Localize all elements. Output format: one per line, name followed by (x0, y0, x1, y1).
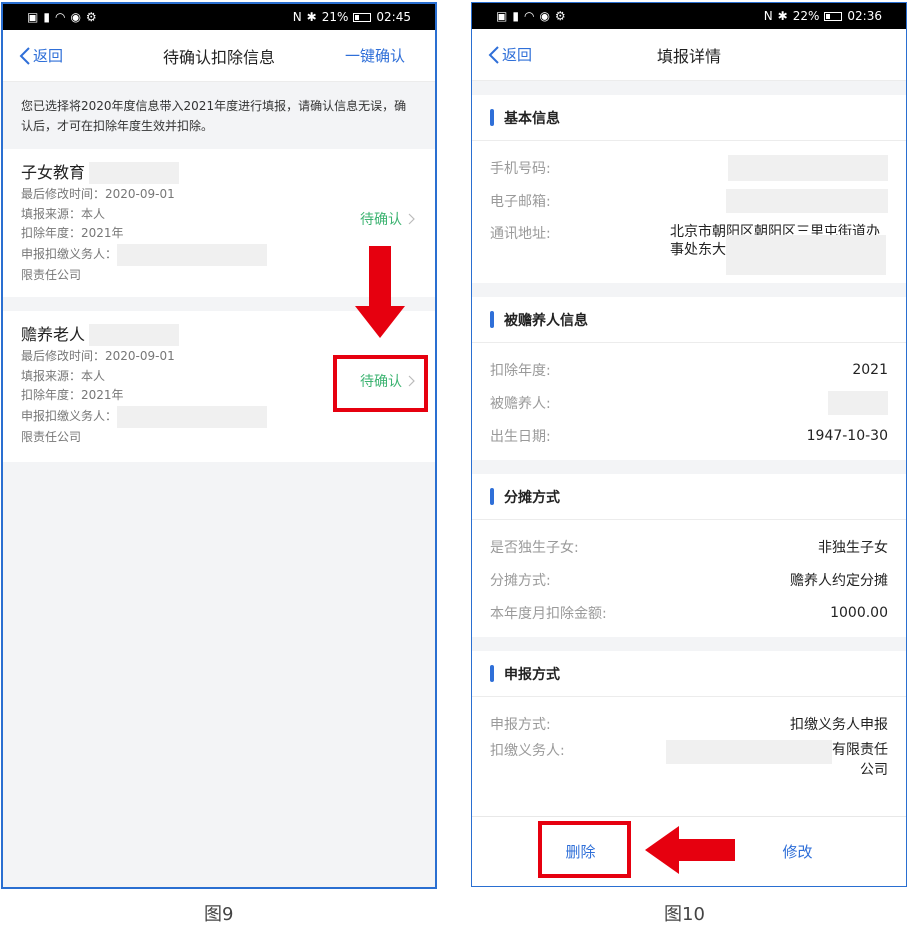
nfc-icon: N (763, 9, 773, 23)
back-label: 返回 (502, 46, 533, 64)
figure-caption: 图9 (204, 904, 234, 925)
card-modified: 最后修改时间：2020-09-01 (21, 187, 175, 201)
screen-pending-deductions: ▣ ▮ ◠ ◉ ⚙ N ✱ 21% 02:45 返回 待确认扣除信息 一键确认 … (1, 2, 437, 889)
back-button[interactable]: 返回 (19, 45, 63, 66)
status-bar: ▣ ▮ ◠ ◉ ⚙ N ✱ 21% 02:45 (3, 4, 435, 30)
section-header-share: 分摊方式 (472, 474, 906, 520)
redacted-block (828, 390, 888, 415)
chevron-right-icon (408, 213, 415, 225)
redacted-block (89, 324, 180, 346)
redacted-block (728, 154, 888, 181)
section-title: 被赡养人信息 (504, 312, 588, 329)
section-title: 基本信息 (504, 110, 560, 127)
chevron-left-icon (19, 46, 30, 65)
arrow-down-annotation (355, 246, 405, 338)
row-only-child: 是否独生子女: 非独生子女 (490, 539, 888, 556)
highlight-box (538, 821, 631, 878)
section-basic: 手机号码: 电子邮箱: 通讯地址: 北京市朝阳区朝阳区三里屯街道办 事处东大 (472, 141, 906, 283)
pending-status[interactable]: 待确认 (360, 209, 415, 229)
redacted-block (89, 162, 180, 184)
section-header-basic: 基本信息 (472, 95, 906, 141)
nav-bar: 返回 填报详情 (472, 29, 906, 81)
page-title: 填报详情 (656, 46, 721, 66)
hd-icon: ▣ (496, 9, 508, 23)
section-supported: 扣除年度: 2021 被赡养人: 出生日期: 1947-10-30 (472, 343, 906, 460)
signal-icon: ▮ (512, 9, 519, 23)
row-birth-date: 出生日期: 1947-10-30 (490, 427, 888, 445)
hd-icon: ▣ (27, 10, 39, 24)
redacted-block (666, 740, 832, 764)
section-title: 分摊方式 (504, 489, 560, 506)
row-deduction-year: 扣除年度: 2021 (490, 361, 888, 379)
battery-icon (353, 12, 372, 22)
redacted-block (726, 188, 888, 213)
chevron-left-icon (488, 45, 499, 64)
confirm-all-button[interactable]: 一键确认 (345, 45, 405, 66)
wifi-icon: ◠ (523, 9, 535, 23)
app-icon: ⚙ (554, 9, 566, 23)
screen-filing-details: ▣ ▮ ◠ ◉ ⚙ N ✱ 22% 02:36 返回 填报详情 基本信息 手机号… (471, 2, 907, 887)
row-monthly-amount: 本年度月扣除金额: 1000.00 (490, 604, 888, 622)
status-bar: ▣ ▮ ◠ ◉ ⚙ N ✱ 22% 02:36 (472, 3, 906, 29)
app-icon: ⚙ (85, 10, 97, 24)
redacted-block (117, 243, 268, 266)
section-header-supported: 被赡养人信息 (472, 297, 906, 343)
highlight-box (333, 355, 428, 412)
card-title: 子女教育 (21, 163, 86, 182)
section-title: 申报方式 (504, 666, 560, 683)
arrow-left-annotation (645, 826, 735, 874)
nav-bar: 返回 待确认扣除信息 一键确认 (3, 30, 435, 82)
row-email: 电子邮箱: (490, 184, 888, 217)
back-button[interactable]: 返回 (488, 44, 532, 65)
address-line-2: 事处东大 (670, 242, 726, 258)
redacted-block (726, 235, 886, 275)
figure-caption: 图10 (664, 904, 705, 925)
nfc-icon: N (292, 10, 302, 24)
section-declare: 申报方式: 扣缴义务人申报 扣缴义务人: 有限责任 公司 (472, 697, 906, 788)
status-time: 02:45 (376, 10, 411, 24)
card-title: 赡养老人 (21, 325, 86, 344)
section-header-declare: 申报方式 (472, 651, 906, 697)
battery-percent: 22% (792, 9, 820, 23)
row-address: 通讯地址: 北京市朝阳区朝阳区三里屯街道办 事处东大 (490, 217, 888, 275)
card-agent-suffix: 限责任公司 (21, 429, 82, 444)
bluetooth-icon: ✱ (306, 10, 317, 24)
bluetooth-icon: ✱ (777, 9, 788, 23)
row-declare-method: 申报方式: 扣缴义务人申报 (490, 716, 888, 733)
card-agent-label: 申报扣缴义务人： (21, 408, 118, 423)
row-phone: 手机号码: (490, 151, 888, 184)
eye-icon: ◉ (70, 10, 81, 24)
pending-label: 待确认 (360, 212, 402, 228)
card-year: 扣除年度：2021年 (21, 226, 124, 240)
signal-icon: ▮ (43, 10, 50, 24)
notice-text: 您已选择将2020年度信息带入2021年度进行填报，请确认信息无误，确认后，才可… (3, 82, 435, 149)
redacted-block (117, 405, 268, 428)
wifi-icon: ◠ (54, 10, 66, 24)
eye-icon: ◉ (539, 9, 550, 23)
row-withholding-agent: 扣缴义务人: 有限责任 公司 (490, 740, 888, 778)
card-agent-label: 申报扣缴义务人： (21, 246, 118, 261)
row-supported-person: 被赡养人: (490, 386, 888, 419)
agent-line-2: 公司 (860, 762, 888, 778)
back-label: 返回 (33, 47, 64, 65)
card-source: 填报来源：本人 (21, 206, 106, 221)
status-time: 02:36 (847, 9, 882, 23)
section-share: 是否独生子女: 非独生子女 分摊方式: 赡养人约定分摊 本年度月扣除金额: 10… (472, 520, 906, 637)
row-share-method: 分摊方式: 赡养人约定分摊 (490, 572, 888, 589)
agent-line-1: 有限责任 (832, 742, 888, 758)
battery-icon (824, 11, 843, 21)
battery-percent: 21% (321, 10, 349, 24)
